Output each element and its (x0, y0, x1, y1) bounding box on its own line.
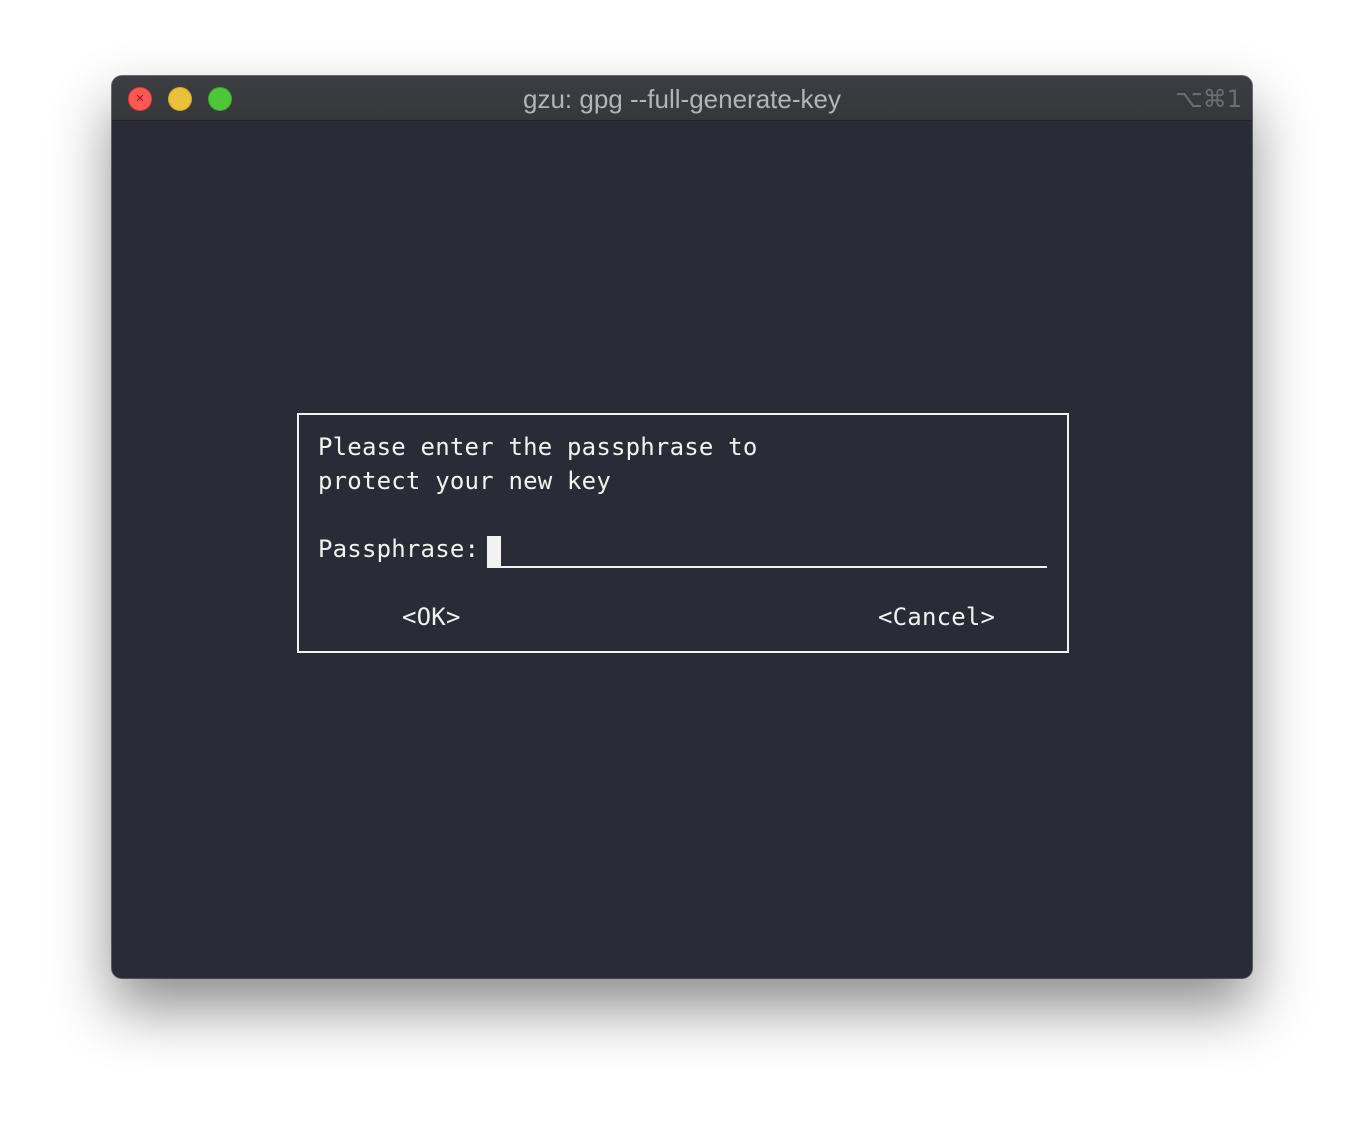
terminal-area[interactable]: Please enter the passphrase to protect y… (112, 121, 1252, 978)
dialog-message-line-1: Please enter the passphrase to (318, 433, 758, 461)
window-shortcut: ⌥⌘1 (1175, 85, 1242, 113)
cancel-button[interactable]: <Cancel> (878, 603, 995, 631)
terminal-window: ✕ gzu: gpg --full-generate-key ⌥⌘1 Pleas… (112, 76, 1252, 978)
text-cursor (487, 536, 501, 568)
passphrase-dialog: Please enter the passphrase to protect y… (297, 413, 1069, 653)
window-title: gzu: gpg --full-generate-key (523, 84, 841, 114)
input-underline (487, 566, 1047, 568)
passphrase-input[interactable] (487, 535, 1047, 568)
ok-button[interactable]: <OK> (402, 603, 461, 631)
title-bar[interactable]: ✕ gzu: gpg --full-generate-key ⌥⌘1 (112, 76, 1252, 121)
passphrase-label: Passphrase: (318, 535, 480, 563)
dialog-message-line-2: protect your new key (318, 467, 611, 495)
